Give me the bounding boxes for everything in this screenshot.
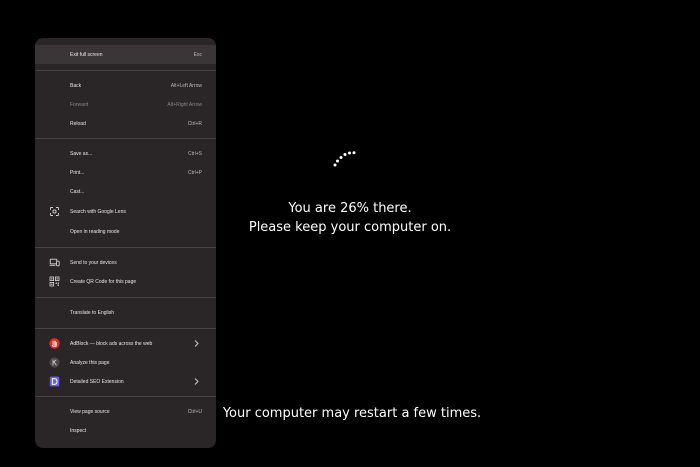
menu-item-qr-code[interactable]: Create QR Code for this page [35, 272, 216, 291]
menu-item-translate[interactable]: Translate to English [35, 303, 216, 322]
menu-separator [35, 70, 216, 71]
menu-item-shortcut: Esc [193, 52, 202, 58]
menu-item-shortcut: Alt+Right Arrow [167, 102, 202, 108]
menu-item-send-to-devices[interactable]: Send to your devices [35, 253, 216, 272]
menu-item-shortcut: Alt+Left Arrow [170, 83, 202, 89]
menu-item-label: Analyze this page [70, 360, 110, 366]
menu-separator [35, 138, 216, 139]
adblock-icon [49, 338, 60, 349]
context-menu: Exit full screen Esc Back Alt+Left Arrow… [35, 38, 216, 448]
menu-item-shortcut: Ctrl+S [187, 151, 202, 157]
qr-code-icon [49, 276, 60, 287]
menu-item-back[interactable]: Back Alt+Left Arrow [35, 76, 216, 95]
devices-icon [49, 257, 60, 268]
menu-item-detailed-seo[interactable]: Detailed SEO Extension [35, 372, 216, 391]
chevron-right-icon [192, 377, 200, 386]
menu-item-label: Reload [70, 121, 86, 127]
menu-item-label: Translate to English [70, 310, 115, 316]
menu-item-label: Detailed SEO Extension [70, 379, 124, 385]
restart-notice: Your computer may restart a few times. [222, 406, 482, 421]
menu-item-save-as[interactable]: Save as... Ctrl+S [35, 144, 216, 163]
menu-separator [35, 396, 216, 397]
menu-item-label: Inspect [70, 428, 87, 434]
detailed-seo-icon [49, 376, 60, 387]
menu-item-label: Print... [70, 170, 85, 176]
loading-spinner-icon [330, 148, 360, 170]
menu-item-label: Cast... [70, 189, 85, 195]
menu-item-analyze-page[interactable]: Analyze this page [35, 353, 216, 372]
progress-text: You are 26% there. [288, 201, 412, 216]
menu-item-exit-full-screen[interactable]: Exit full screen Esc [35, 45, 216, 64]
menu-item-label: Save as... [70, 151, 93, 157]
analyze-extension-icon [49, 357, 60, 368]
menu-item-label: Send to your devices [70, 260, 117, 266]
menu-item-inspect[interactable]: Inspect [35, 421, 216, 440]
menu-separator [35, 247, 216, 248]
menu-item-shortcut: Ctrl+R [187, 121, 202, 127]
menu-item-forward: Forward Alt+Right Arrow [35, 95, 216, 114]
menu-item-print[interactable]: Print... Ctrl+P [35, 163, 216, 182]
menu-item-cast[interactable]: Cast... [35, 182, 216, 201]
menu-item-label: AdBlock — block ads across the web [70, 341, 153, 347]
chevron-right-icon [192, 339, 200, 348]
menu-item-reload[interactable]: Reload Ctrl+R [35, 114, 216, 133]
menu-item-label: Forward [70, 102, 89, 108]
menu-item-label: Create QR Code for this page [70, 279, 137, 285]
menu-separator [35, 297, 216, 298]
menu-item-adblock[interactable]: AdBlock — block ads across the web [35, 334, 216, 353]
keep-on-text: Please keep your computer on. [248, 220, 452, 235]
menu-item-label: Exit full screen [70, 52, 103, 58]
menu-item-shortcut: Ctrl+P [187, 170, 202, 176]
menu-item-label: Back [70, 83, 82, 89]
menu-separator [35, 328, 216, 329]
